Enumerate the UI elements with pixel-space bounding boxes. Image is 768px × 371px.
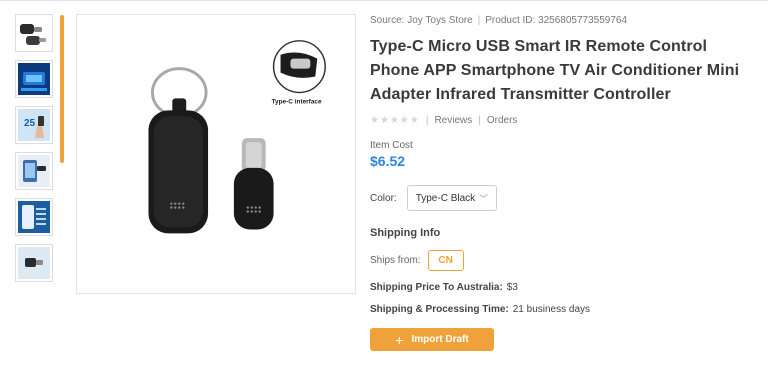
ships-from-cn-button[interactable]: CN — [427, 250, 464, 271]
color-select[interactable]: Type-C Black ﹀ — [406, 185, 498, 211]
import-draft-label: Import Draft — [411, 334, 469, 345]
import-draft-button[interactable]: + Import Draft — [370, 328, 494, 351]
ships-from-row: Ships from: CN — [370, 250, 760, 271]
product-id-label: Product ID: 3256805773559764 — [485, 15, 628, 26]
hand-thumb-icon: 25 — [18, 109, 50, 141]
rating-separator: | — [425, 115, 429, 126]
rating-separator-2: | — [478, 115, 481, 126]
processing-time-row: Shipping & Processing Time: 21 business d… — [370, 304, 760, 315]
reviews-link[interactable]: Reviews — [434, 115, 472, 126]
shipping-price-value: $3 — [506, 282, 518, 293]
product-illustration: Type-C interface — [148, 40, 326, 234]
product-meta: Source: Joy Toys Store | Product ID: 32568… — [370, 14, 760, 28]
color-label: Color: — [370, 192, 397, 204]
main-product-image: Type-C interface — [76, 14, 356, 294]
thumbnail-3[interactable]: 25 — [15, 106, 53, 144]
thumbnail-6[interactable] — [15, 244, 53, 282]
shipping-price-label: Shipping Price To Australia: — [370, 282, 503, 293]
source-label: Source: Joy Toys Store — [370, 15, 473, 26]
thumbnail-list: 25 — [15, 14, 59, 290]
color-row: Color: Type-C Black ﹀ — [370, 185, 760, 211]
phone-thumb-icon — [18, 155, 50, 187]
thumbnail-4[interactable] — [15, 152, 53, 190]
product-details: Source: Joy Toys Store | Product ID: 32568… — [370, 14, 760, 351]
shipping-price-row: Shipping Price To Australia: $3 — [370, 282, 760, 293]
thumbnail-5[interactable] — [15, 198, 53, 236]
color-select-value: Type-C Black — [415, 192, 476, 204]
rating-stars-icon: ★★★★★ — [370, 115, 420, 126]
processing-time-value: 21 business days — [512, 304, 591, 315]
thumbnail-2[interactable] — [15, 60, 53, 98]
top-divider — [0, 0, 768, 1]
plus-icon: + — [395, 331, 404, 348]
item-cost-label: Item Cost — [370, 140, 413, 151]
thumbnail-scrollbar[interactable] — [60, 15, 64, 163]
thumbnail-1[interactable] — [15, 14, 53, 52]
processing-time-label: Shipping & Processing Time: — [370, 304, 509, 315]
callout-text: Type-C interface — [272, 98, 322, 105]
meta-separator: | — [477, 15, 481, 26]
item-price: $6.52 — [370, 153, 406, 169]
rating-row: ★★★★★ | Reviews | Orders — [370, 115, 760, 126]
chevron-down-icon: ﹀ — [479, 193, 489, 204]
chip-thumb-icon — [18, 63, 50, 95]
adapter-thumb-icon — [20, 24, 46, 45]
product-title: Type-C Micro USB Smart IR Remote Control… — [370, 38, 740, 103]
shipping-info-title: Shipping Info — [370, 227, 441, 239]
device-thumb-icon — [18, 247, 50, 279]
svg-text:25: 25 — [24, 118, 36, 129]
orders-link[interactable]: Orders — [487, 115, 518, 126]
ships-from-label: Ships from: — [370, 255, 421, 266]
screen-thumb-icon — [18, 201, 50, 233]
